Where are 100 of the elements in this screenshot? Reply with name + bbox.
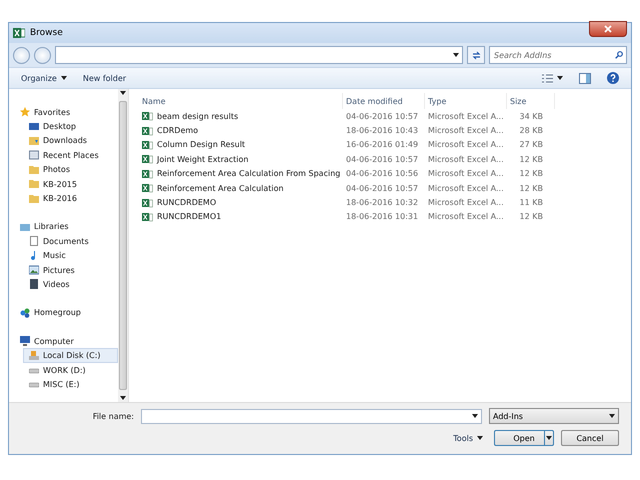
- sidebar-item[interactable]: WORK (D:): [23, 362, 118, 378]
- close-button[interactable]: [589, 21, 627, 37]
- caret-icon: [609, 414, 615, 418]
- sidebar-item[interactable]: Recent Places: [23, 148, 118, 163]
- spreadsheet-file-icon: [142, 111, 153, 122]
- type-cell-text: Microsoft Excel A...: [427, 154, 505, 166]
- sidebar-item[interactable]: Photos: [23, 162, 118, 177]
- file-name-cell[interactable]: RUNCDRDEMO1: [139, 210, 343, 224]
- sidebar-item[interactable]: Documents: [23, 234, 118, 249]
- scroll-down-icon: [120, 396, 126, 400]
- type-cell-text: Microsoft Excel A...: [427, 197, 505, 210]
- organize-button[interactable]: Organize: [17, 72, 71, 84]
- sidebar-item[interactable]: MISC (E:): [23, 377, 118, 392]
- file-name-cell[interactable]: Reinforcement Area Calculation From Spacing: [139, 166, 343, 181]
- computer-icon: [20, 336, 30, 346]
- column-header[interactable]: Name: [139, 93, 343, 109]
- folder-icon: [29, 179, 39, 190]
- close-icon: [604, 25, 612, 33]
- size-cell-text: 27 KB: [518, 139, 544, 152]
- date-cell-text: 18-06-2016 10:32: [345, 197, 420, 210]
- sidebar-item[interactable]: Downloads: [23, 134, 118, 148]
- spreadsheet-file-icon: [142, 140, 153, 150]
- refresh-icon: [472, 50, 480, 60]
- size-cell-text: 12 KB: [518, 168, 544, 180]
- spreadsheet-file-icon: [142, 154, 153, 164]
- new-folder-button[interactable]: New folder: [78, 72, 130, 84]
- spreadsheet-app-icon: [13, 27, 25, 39]
- file-name-cell[interactable]: Reinforcement Area Calculation: [139, 180, 343, 196]
- drive-icon: [29, 350, 39, 361]
- forward-button[interactable]: [34, 46, 51, 64]
- date-cell-text: 18-06-2016 10:31: [345, 211, 420, 224]
- caret-icon: [546, 436, 552, 440]
- search-icon: [615, 51, 623, 59]
- file-name-cell[interactable]: beam design results: [139, 109, 343, 124]
- sidebar-section[interactable]: Favorites: [19, 105, 118, 120]
- sidebar-item[interactable]: Local Disk (C:): [23, 348, 118, 363]
- sidebar-section[interactable]: Computer: [19, 334, 118, 348]
- file-name-cell[interactable]: Column Design Result: [139, 138, 343, 152]
- column-header[interactable]: Date modified: [343, 93, 425, 109]
- sidebar-section[interactable]: Homegroup: [19, 306, 118, 320]
- size-cell-text: 12 KB: [518, 154, 544, 166]
- tools-button[interactable]: Tools: [449, 432, 487, 444]
- date-cell-text: 04-06-2016 10:57: [345, 182, 420, 195]
- type-cell-text: Microsoft Excel A...: [427, 139, 505, 152]
- type-cell-text: Microsoft Excel A...: [427, 211, 505, 224]
- type-cell-text: Microsoft Excel A...: [427, 125, 505, 138]
- date-cell-text: 04-06-2016 10:56: [345, 168, 420, 180]
- document-icon: [29, 236, 39, 246]
- caret-icon: [557, 76, 563, 80]
- sidebar-item[interactable]: KB-2015: [23, 176, 118, 192]
- star-icon: [20, 107, 30, 118]
- file-name-cell[interactable]: CDRDemo: [139, 123, 343, 138]
- date-cell-text: 18-06-2016 10:43: [345, 125, 420, 138]
- sidebar-item[interactable]: Music: [23, 248, 118, 263]
- sidebar-item[interactable]: Videos: [23, 277, 118, 292]
- folder-icon: [29, 136, 39, 146]
- folder-icon: [29, 164, 39, 175]
- caret-icon: [453, 53, 459, 57]
- window-title: Browse: [30, 28, 63, 38]
- spreadsheet-file-icon: [142, 168, 153, 179]
- caret-icon: [477, 436, 483, 440]
- scrollbar[interactable]: [118, 89, 128, 402]
- size-cell-text: 12 KB: [518, 182, 544, 195]
- file-type-dropdown[interactable]: Add-Ins: [489, 408, 619, 424]
- cancel-button[interactable]: Cancel: [561, 430, 619, 446]
- search-field[interactable]: Search AddIns: [489, 46, 627, 64]
- file-name-cell[interactable]: RUNCDRDEMO: [139, 195, 343, 210]
- homegroup-icon: [20, 308, 30, 318]
- type-cell-text: Microsoft Excel A...: [427, 110, 505, 123]
- size-cell-text: 28 KB: [518, 125, 544, 138]
- size-cell-text: 11 KB: [518, 197, 544, 210]
- library-icon: [20, 222, 30, 232]
- sidebar-item[interactable]: KB-2016: [23, 191, 118, 206]
- file-name-cell[interactable]: Joint Weight Extraction: [139, 152, 343, 167]
- list-view-icon: [542, 74, 553, 82]
- address-bar[interactable]: [55, 46, 463, 64]
- sidebar-section[interactable]: Libraries: [19, 220, 118, 234]
- caret-icon: [472, 414, 478, 418]
- type-cell-text: Microsoft Excel A...: [427, 168, 505, 180]
- sidebar-item[interactable]: Desktop: [23, 119, 118, 134]
- help-icon: [607, 72, 619, 84]
- column-header[interactable]: Size: [507, 93, 555, 109]
- refresh-button[interactable]: [467, 46, 485, 64]
- back-button[interactable]: [13, 46, 30, 64]
- monitor-icon: [29, 122, 39, 132]
- film-icon: [29, 279, 39, 290]
- window-icon: [29, 150, 39, 160]
- file-name-field[interactable]: [141, 408, 482, 424]
- picture-icon: [29, 265, 39, 276]
- column-header[interactable]: Type: [425, 93, 507, 109]
- folder-icon: [29, 194, 39, 204]
- open-button[interactable]: Open: [494, 430, 554, 446]
- date-cell-text: 04-06-2016 10:57: [345, 110, 420, 123]
- size-cell-text: 34 KB: [518, 110, 544, 123]
- type-cell-text: Microsoft Excel A...: [427, 182, 505, 195]
- spreadsheet-file-icon: [142, 212, 153, 222]
- sidebar-item[interactable]: Pictures: [23, 262, 118, 278]
- spreadsheet-file-icon: [142, 183, 153, 194]
- spreadsheet-file-icon: [142, 126, 153, 136]
- file-name-label: File name:: [92, 412, 134, 420]
